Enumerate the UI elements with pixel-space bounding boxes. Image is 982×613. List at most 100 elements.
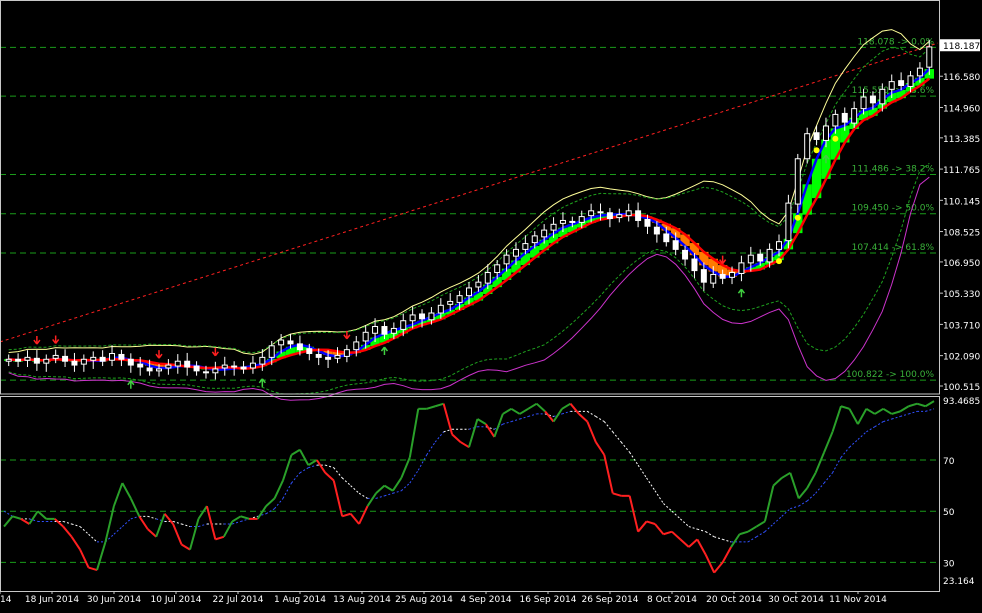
candle-body	[240, 366, 247, 370]
candle-body	[813, 132, 820, 140]
candle-body	[869, 95, 876, 104]
candle-body	[127, 358, 134, 366]
candle-body	[578, 216, 585, 223]
time-tick-label: 8 Oct 2014	[647, 595, 697, 605]
chart-canvas: 118.078 -> 0.0%115.550 -> 23.6%111.486 -…	[0, 0, 982, 609]
candle-body	[447, 300, 454, 305]
candle-body	[419, 313, 426, 320]
candle-body	[193, 365, 200, 372]
candle-body	[794, 158, 801, 205]
candle-body	[644, 218, 651, 227]
price-tick-label: 102.090	[943, 353, 980, 363]
candle-body	[146, 367, 153, 372]
candle-body	[99, 356, 106, 362]
candle-body	[90, 356, 97, 361]
candle-body	[559, 219, 566, 224]
yellow-dot	[813, 147, 820, 154]
candle-body	[785, 202, 792, 242]
candle-body	[710, 273, 717, 284]
candle-body	[926, 46, 933, 68]
time-tick-label: 30 Oct 2014	[768, 595, 824, 605]
candle-body	[860, 96, 867, 110]
candle-body	[268, 345, 275, 358]
candle-body	[109, 353, 116, 361]
candle-body	[278, 339, 285, 346]
candle-body	[804, 133, 811, 160]
candle-body	[898, 80, 905, 86]
time-tick-label: 4 Sep 2014	[460, 595, 512, 605]
candle-body	[202, 371, 209, 374]
candle-body	[362, 331, 369, 342]
candle-body	[625, 210, 632, 217]
candle-body	[5, 358, 12, 362]
candle-body	[851, 108, 858, 124]
price-tick-label: 105.330	[943, 290, 980, 300]
candle-body	[522, 243, 529, 250]
oscillator-tick-label: 30	[943, 559, 955, 569]
candle-body	[212, 368, 219, 374]
candle-body	[343, 349, 350, 357]
time-tick-label: 14	[0, 595, 12, 605]
candle-body	[466, 287, 472, 297]
candle-body	[372, 326, 379, 334]
candle-body	[456, 295, 463, 303]
price-tick-label: 116.580	[943, 73, 980, 83]
candle-body	[606, 212, 613, 220]
candle-body	[62, 355, 69, 362]
candle-body	[691, 258, 698, 272]
candle-body	[916, 67, 923, 77]
time-tick-label: 16 Sep 2014	[519, 595, 576, 605]
candle-body	[841, 112, 848, 123]
candle-body	[80, 358, 87, 365]
time-tick-label: 13 Aug 2014	[333, 595, 391, 605]
candle-body	[531, 235, 538, 244]
candle-body	[165, 364, 172, 369]
candle-body	[484, 272, 491, 284]
candle-body	[15, 358, 22, 362]
candle-body	[503, 254, 510, 265]
price-tick-label: 100.515	[943, 383, 980, 393]
candle-body	[437, 304, 444, 314]
candle-body	[653, 226, 660, 235]
candle-body	[888, 81, 895, 90]
time-tick-label: 20 Oct 2014	[706, 595, 762, 605]
time-tick-label: 30 Jun 2014	[87, 595, 141, 605]
candle-body	[757, 253, 764, 262]
fib-label: 109.450 -> 50.0%	[852, 204, 935, 214]
candle-body	[174, 360, 181, 367]
oscillator-tick-label: 50	[943, 508, 955, 518]
candle-body	[33, 357, 40, 364]
candle-body	[334, 354, 341, 359]
candle-body	[428, 312, 435, 321]
price-tick-label: 103.710	[943, 321, 980, 331]
candle-body	[682, 249, 689, 260]
candle-body	[494, 264, 501, 274]
candle-body	[249, 362, 256, 369]
chart-area: 118.078 -> 0.0% 115.550 -> 23.6% 111.486 -…	[0, 0, 982, 609]
candle-body	[907, 75, 914, 87]
fib-label: 118.078 -> 0.0%	[857, 37, 934, 47]
candle-body	[569, 220, 576, 223]
chart-background	[0, 0, 982, 609]
candle-body	[822, 125, 829, 141]
candle-body	[71, 360, 78, 366]
yellow-dot	[832, 135, 839, 142]
price-tick-label: 108.525	[943, 229, 980, 239]
time-tick-label: 1 Aug 2014	[274, 595, 326, 605]
candle-body	[729, 272, 736, 278]
time-tick-label: 11 Nov 2014	[829, 595, 887, 605]
candle-body	[550, 223, 557, 231]
candle-body	[315, 353, 322, 358]
candle-body	[296, 343, 303, 351]
candle-body	[635, 210, 642, 221]
price-tick-label: 106.950	[943, 259, 980, 269]
candle-body	[588, 210, 595, 217]
candle-body	[353, 341, 360, 351]
candle-body	[700, 269, 707, 283]
candle-body	[43, 358, 50, 364]
time-tick-label: 10 Jul 2014	[151, 595, 202, 605]
candle-body	[738, 262, 745, 274]
candle-body	[541, 229, 548, 238]
oscillator-tick-label: 23.164	[943, 577, 975, 587]
candle-body	[719, 273, 726, 279]
